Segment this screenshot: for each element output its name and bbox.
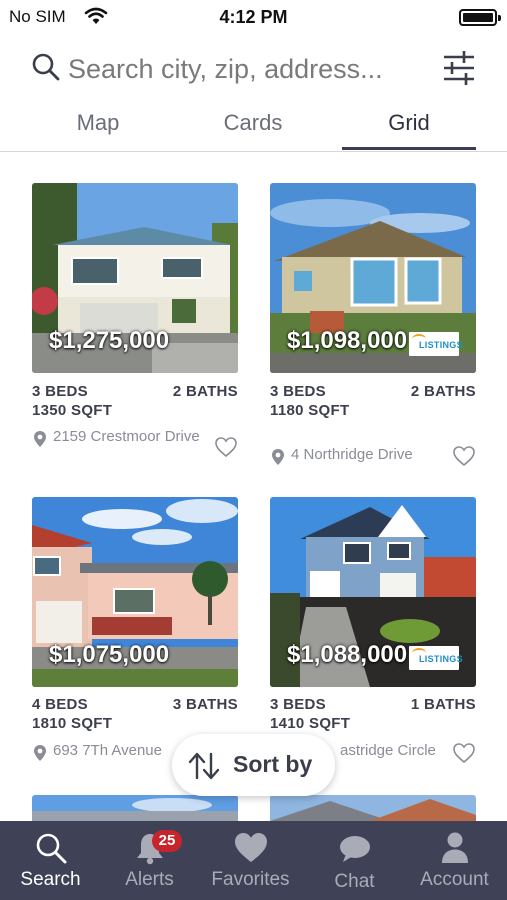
sort-arrows-icon bbox=[188, 752, 220, 780]
favorite-heart-icon[interactable] bbox=[452, 445, 476, 467]
favorite-heart-icon[interactable] bbox=[214, 436, 238, 458]
listing-price: $1,098,000 bbox=[287, 327, 408, 354]
listings-logo: LISTINGS bbox=[409, 332, 463, 356]
nav-label: Search bbox=[20, 869, 81, 890]
listing-baths: 2 BATHS bbox=[172, 383, 238, 400]
listing-sqft: 1810 SQFT bbox=[32, 715, 113, 732]
location-pin-icon bbox=[272, 449, 284, 465]
view-tabs: Map Cards Grid bbox=[0, 100, 507, 152]
listings-logo-text: LISTINGS bbox=[419, 654, 463, 664]
listing-card[interactable] bbox=[32, 795, 238, 821]
listing-card[interactable]: $1,098,000 LISTINGS 3 BEDS 2 BATHS 1180 … bbox=[270, 183, 476, 473]
alerts-count-badge: 25 bbox=[152, 830, 182, 852]
listings-logo-text: LISTINGS bbox=[419, 340, 463, 350]
nav-label: Account bbox=[420, 869, 489, 890]
listing-beds: 3 BEDS bbox=[32, 383, 88, 400]
bottom-tab-bar: Search 25 Alerts Favorites Chat Account bbox=[0, 821, 507, 900]
listing-baths: 1 BATHS bbox=[410, 696, 476, 713]
listing-address: 693 7Th Avenue bbox=[53, 742, 162, 759]
listing-address: 2159 Crestmoor Drive bbox=[53, 428, 200, 445]
location-pin-icon bbox=[34, 431, 46, 447]
nav-label: Alerts bbox=[125, 869, 174, 890]
listing-baths: 3 BATHS bbox=[172, 696, 238, 713]
person-icon bbox=[441, 832, 468, 863]
heart-icon bbox=[234, 833, 267, 862]
nav-chat[interactable]: Chat bbox=[304, 821, 405, 900]
listing-sqft: 1180 SQFT bbox=[270, 402, 350, 419]
nav-label: Chat bbox=[334, 871, 375, 892]
search-icon bbox=[32, 53, 60, 81]
nav-alerts[interactable]: 25 Alerts bbox=[99, 821, 200, 900]
location-pin-icon bbox=[34, 745, 46, 761]
tab-grid[interactable]: Grid bbox=[342, 110, 476, 136]
listing-address: astridge Circle bbox=[340, 742, 436, 759]
tab-map[interactable]: Map bbox=[31, 110, 165, 136]
listing-price: $1,275,000 bbox=[49, 327, 170, 354]
battery-icon bbox=[459, 9, 501, 26]
listing-price: $1,075,000 bbox=[49, 641, 170, 668]
nav-account[interactable]: Account bbox=[404, 821, 505, 900]
sort-by-button[interactable]: Sort by bbox=[172, 734, 335, 796]
filter-sliders-icon[interactable] bbox=[442, 49, 476, 87]
favorite-heart-icon[interactable] bbox=[452, 742, 476, 764]
search-input[interactable] bbox=[68, 50, 428, 88]
listings-logo: LISTINGS bbox=[409, 646, 463, 670]
nav-label: Favorites bbox=[211, 869, 290, 890]
listing-photo[interactable] bbox=[270, 795, 476, 821]
listing-address: 4 Northridge Drive bbox=[291, 446, 413, 463]
search-icon bbox=[36, 833, 66, 864]
listing-baths: 2 BATHS bbox=[410, 383, 476, 400]
nav-favorites[interactable]: Favorites bbox=[200, 821, 301, 900]
tab-cards[interactable]: Cards bbox=[186, 110, 320, 136]
clock: 4:12 PM bbox=[219, 7, 288, 27]
listing-price: $1,088,000 bbox=[287, 641, 408, 668]
listing-sqft: 1410 SQFT bbox=[270, 715, 351, 732]
listing-card[interactable]: $1,275,000 3 BEDS 2 BATHS 1350 SQFT 2159… bbox=[32, 183, 238, 473]
listing-beds: 3 BEDS bbox=[270, 696, 326, 713]
listing-beds: 3 BEDS bbox=[270, 383, 326, 400]
chat-bubble-icon bbox=[339, 836, 370, 862]
listing-sqft: 1350 SQFT bbox=[32, 402, 113, 419]
listing-card[interactable] bbox=[270, 795, 476, 821]
search-bar bbox=[0, 42, 507, 96]
listing-photo[interactable] bbox=[32, 795, 238, 821]
status-bar: No SIM 4:12 PM bbox=[0, 0, 507, 34]
listing-beds: 4 BEDS bbox=[32, 696, 88, 713]
nav-search[interactable]: Search bbox=[0, 821, 101, 900]
active-tab-indicator bbox=[342, 147, 476, 150]
sort-by-label: Sort by bbox=[233, 751, 313, 777]
